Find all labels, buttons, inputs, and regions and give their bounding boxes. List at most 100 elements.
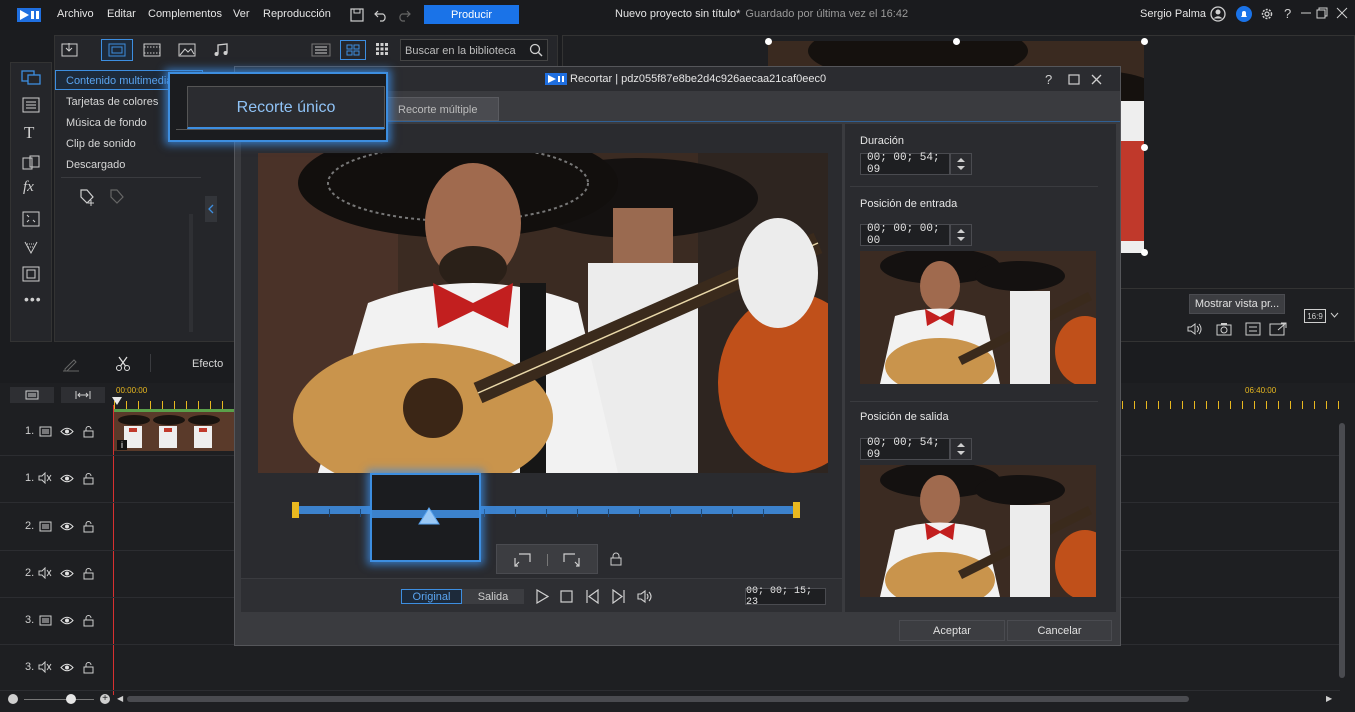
dialog-help-icon[interactable]: ? [1045,72,1052,87]
undo-icon[interactable] [374,8,388,22]
media-room-icon[interactable] [21,69,41,85]
remove-tag-icon[interactable] [107,187,127,207]
media-filter-film-icon[interactable] [143,43,161,57]
add-tag-icon[interactable] [77,187,97,207]
chevron-up-icon[interactable] [957,158,965,162]
effect-button[interactable]: Efecto [192,358,223,370]
dialog-volume-icon[interactable] [637,589,654,604]
volume-icon[interactable] [1187,322,1203,336]
original-toggle[interactable]: Original [401,589,462,604]
visibility-eye-icon[interactable] [60,662,74,673]
video-clip[interactable]: i [114,409,234,451]
previous-frame-icon[interactable] [585,589,600,604]
menu-ver[interactable]: Ver [233,8,250,20]
fit-timeline-icon[interactable] [61,387,105,403]
title-room-icon[interactable] [22,97,40,113]
mark-out-icon[interactable] [562,552,580,568]
visibility-eye-icon[interactable] [60,426,74,437]
menu-complementos[interactable]: Complementos [148,8,222,20]
save-icon[interactable] [350,8,364,22]
split-scissors-icon[interactable] [115,356,131,372]
notification-icon[interactable] [1236,6,1252,22]
category-tarjetas-colores[interactable]: Tarjetas de colores [66,96,158,108]
category-clip-sonido[interactable]: Clip de sonido [66,138,136,150]
close-app-icon[interactable] [1336,7,1348,19]
accept-button[interactable]: Aceptar [899,620,1005,641]
play-icon[interactable] [535,589,549,604]
zoom-slider-track[interactable] [24,699,94,700]
collapse-panel-button[interactable] [205,196,217,222]
snapshot-camera-icon[interactable] [1216,322,1232,336]
in-position-field[interactable]: 00; 00; 00; 00 [860,223,950,247]
out-position-field[interactable]: 00; 00; 54; 09 [860,437,950,461]
thumbnail-size-icon[interactable] [375,42,389,56]
aspect-ratio-selector[interactable]: 16:9 [1304,309,1326,323]
chevron-down-icon[interactable] [957,166,965,170]
minimize-icon[interactable] [1300,7,1312,19]
visibility-eye-icon[interactable] [60,615,74,626]
visibility-eye-icon[interactable] [60,473,74,484]
category-musica-fondo[interactable]: Música de fondo [66,117,147,129]
lock-icon[interactable] [83,472,94,485]
media-filter-audio-icon[interactable] [213,43,229,57]
lock-icon[interactable] [83,661,94,674]
cancel-button[interactable]: Cancelar [1007,620,1112,641]
tab-recorte-unico[interactable]: Recorte único [187,86,385,129]
chapter-room-icon[interactable] [22,266,40,282]
chevron-down-icon[interactable] [957,451,965,455]
resize-handle-tr[interactable] [1141,38,1148,45]
next-frame-icon[interactable] [611,589,626,604]
trim-playhead-handle[interactable] [418,507,440,525]
lock-icon[interactable] [83,614,94,627]
resize-handle-top[interactable] [953,38,960,45]
edit-pen-icon[interactable] [62,356,80,372]
lock-icon[interactable] [83,520,94,533]
stop-icon[interactable] [560,590,573,603]
playhead-marker[interactable] [112,397,122,405]
library-search-input[interactable]: Buscar en la biblioteca [400,39,548,61]
menu-archivo[interactable]: Archivo [57,8,94,20]
chevron-up-icon[interactable] [957,229,965,233]
mark-in-icon[interactable] [514,552,532,568]
text-room-icon[interactable]: T [24,123,34,143]
produce-button[interactable]: Producir [424,5,519,24]
redo-icon[interactable] [397,8,411,22]
dialog-maximize-icon[interactable] [1068,74,1080,85]
lock-icon[interactable] [83,425,94,438]
import-media-icon[interactable] [59,40,83,62]
in-position-stepper[interactable] [950,224,972,246]
search-icon[interactable] [529,43,543,57]
salida-toggle[interactable]: Salida [462,589,524,604]
particle-room-icon[interactable] [23,239,39,255]
transition-room-icon[interactable] [22,155,40,171]
more-rooms-icon[interactable]: ••• [24,291,42,307]
media-filter-image-icon[interactable] [178,43,196,57]
mostrar-vista-button[interactable]: Mostrar vista pr... [1189,294,1285,314]
help-icon[interactable]: ? [1284,6,1291,21]
duration-field[interactable]: 00; 00; 54; 09 [860,152,950,176]
resize-handle-tl[interactable] [765,38,772,45]
horizontal-scrollbar[interactable] [127,696,1189,702]
trim-in-marker[interactable] [292,502,299,518]
settings-gear-icon[interactable] [1259,6,1275,22]
subtitle-icon[interactable] [1245,322,1261,336]
media-filter-video-icon[interactable] [101,39,133,61]
zoom-in-icon[interactable]: + [100,694,110,704]
resize-handle-br[interactable] [1141,249,1148,256]
category-scrollbar[interactable] [189,214,193,332]
lock-marks-icon[interactable] [610,552,622,566]
zoom-out-icon[interactable] [8,694,18,704]
scroll-left-icon[interactable]: ◀ [117,694,123,703]
restore-icon[interactable] [1316,7,1328,19]
user-account-icon[interactable] [1210,6,1226,22]
grid-view-icon[interactable] [340,40,366,60]
tab-recorte-multiple[interactable]: Recorte múltiple [387,97,499,121]
lock-icon[interactable] [83,567,94,580]
visibility-eye-icon[interactable] [60,521,74,532]
list-view-icon[interactable] [311,43,331,57]
scroll-right-icon[interactable]: ▶ [1326,694,1332,703]
aspect-ratio-chevron-icon[interactable] [1330,312,1339,318]
zoom-slider-thumb[interactable] [66,694,76,704]
chevron-down-icon[interactable] [957,237,965,241]
out-position-stepper[interactable] [950,438,972,460]
